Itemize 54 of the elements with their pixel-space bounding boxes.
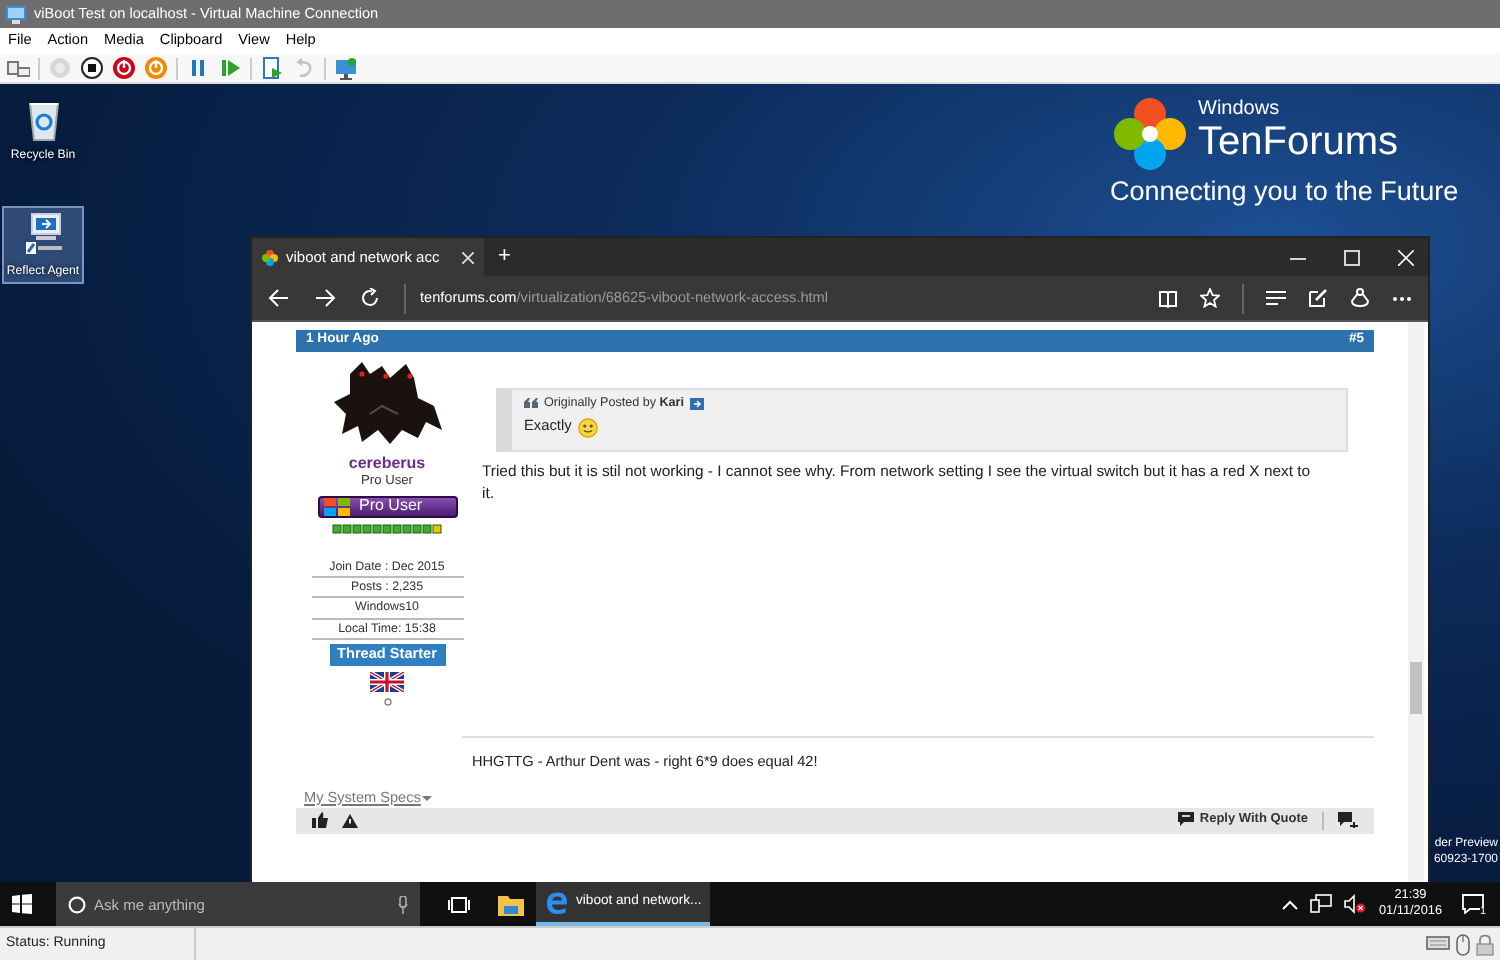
shut-down-icon[interactable] — [112, 56, 136, 80]
new-tab-button[interactable]: + — [484, 238, 525, 276]
circle-icon — [68, 895, 86, 913]
rank-badge-label: Pro User — [359, 496, 423, 516]
tagline: Connecting you to the Future — [1110, 176, 1459, 209]
logo-icon — [1110, 94, 1190, 174]
quote-mark-icon — [524, 398, 538, 409]
logo-wordmark: TenForums — [1198, 122, 1399, 162]
task-view-icon[interactable] — [448, 895, 470, 913]
circle-icon — [383, 698, 391, 706]
lock-icon — [1476, 933, 1494, 955]
network-icon[interactable] — [1310, 894, 1333, 914]
share-icon[interactable] — [1350, 288, 1370, 308]
microphone-icon[interactable] — [398, 895, 408, 913]
maximize-icon[interactable] — [1344, 249, 1360, 265]
star-icon[interactable] — [1200, 288, 1220, 308]
ctrl-alt-del-icon[interactable] — [6, 56, 30, 80]
monitor-icon[interactable] — [334, 56, 358, 80]
monitor-icon — [6, 5, 26, 23]
caret-icon — [422, 794, 433, 803]
hub-icon[interactable] — [1266, 290, 1286, 306]
caret-up-icon[interactable] — [1282, 899, 1299, 909]
turn-off-icon[interactable] — [80, 56, 104, 80]
speech-bubble-icon — [1177, 812, 1194, 827]
window-flag-icon — [323, 497, 349, 515]
mouse-icon — [1456, 933, 1470, 955]
multi-quote-icon[interactable] — [1338, 812, 1358, 828]
pen-note-icon[interactable] — [1308, 288, 1328, 308]
computer-icon — [23, 212, 63, 258]
pause-icon[interactable] — [186, 56, 210, 80]
folder-icon[interactable] — [498, 893, 524, 915]
forward-icon[interactable] — [314, 288, 336, 308]
refresh-icon[interactable] — [360, 288, 380, 308]
thumbs-up-icon[interactable] — [312, 812, 328, 828]
avatar-drawing — [329, 358, 445, 448]
reputation-bar-drawing — [331, 523, 443, 533]
smiley-icon — [577, 417, 598, 438]
book-icon[interactable] — [1158, 289, 1178, 307]
e-logo-icon — [546, 891, 568, 913]
favicon-icon — [262, 249, 278, 265]
view-post-icon[interactable] — [690, 397, 704, 410]
action-center-icon[interactable] — [1462, 894, 1484, 914]
scrollbar-thumb[interactable] — [1410, 662, 1422, 714]
more-icon[interactable] — [1392, 295, 1412, 301]
username[interactable]: cereberus — [348, 454, 426, 474]
close-icon[interactable] — [462, 251, 474, 263]
reset-icon[interactable] — [218, 56, 242, 80]
back-icon[interactable] — [268, 288, 290, 308]
checkpoint-icon[interactable] — [260, 56, 284, 80]
volume-muted-icon[interactable] — [1344, 894, 1367, 914]
keyboard-icon — [1426, 933, 1450, 951]
flag-icon — [370, 672, 404, 692]
warning-icon[interactable] — [342, 813, 358, 827]
logo-subtitle: Windows — [1198, 98, 1282, 122]
